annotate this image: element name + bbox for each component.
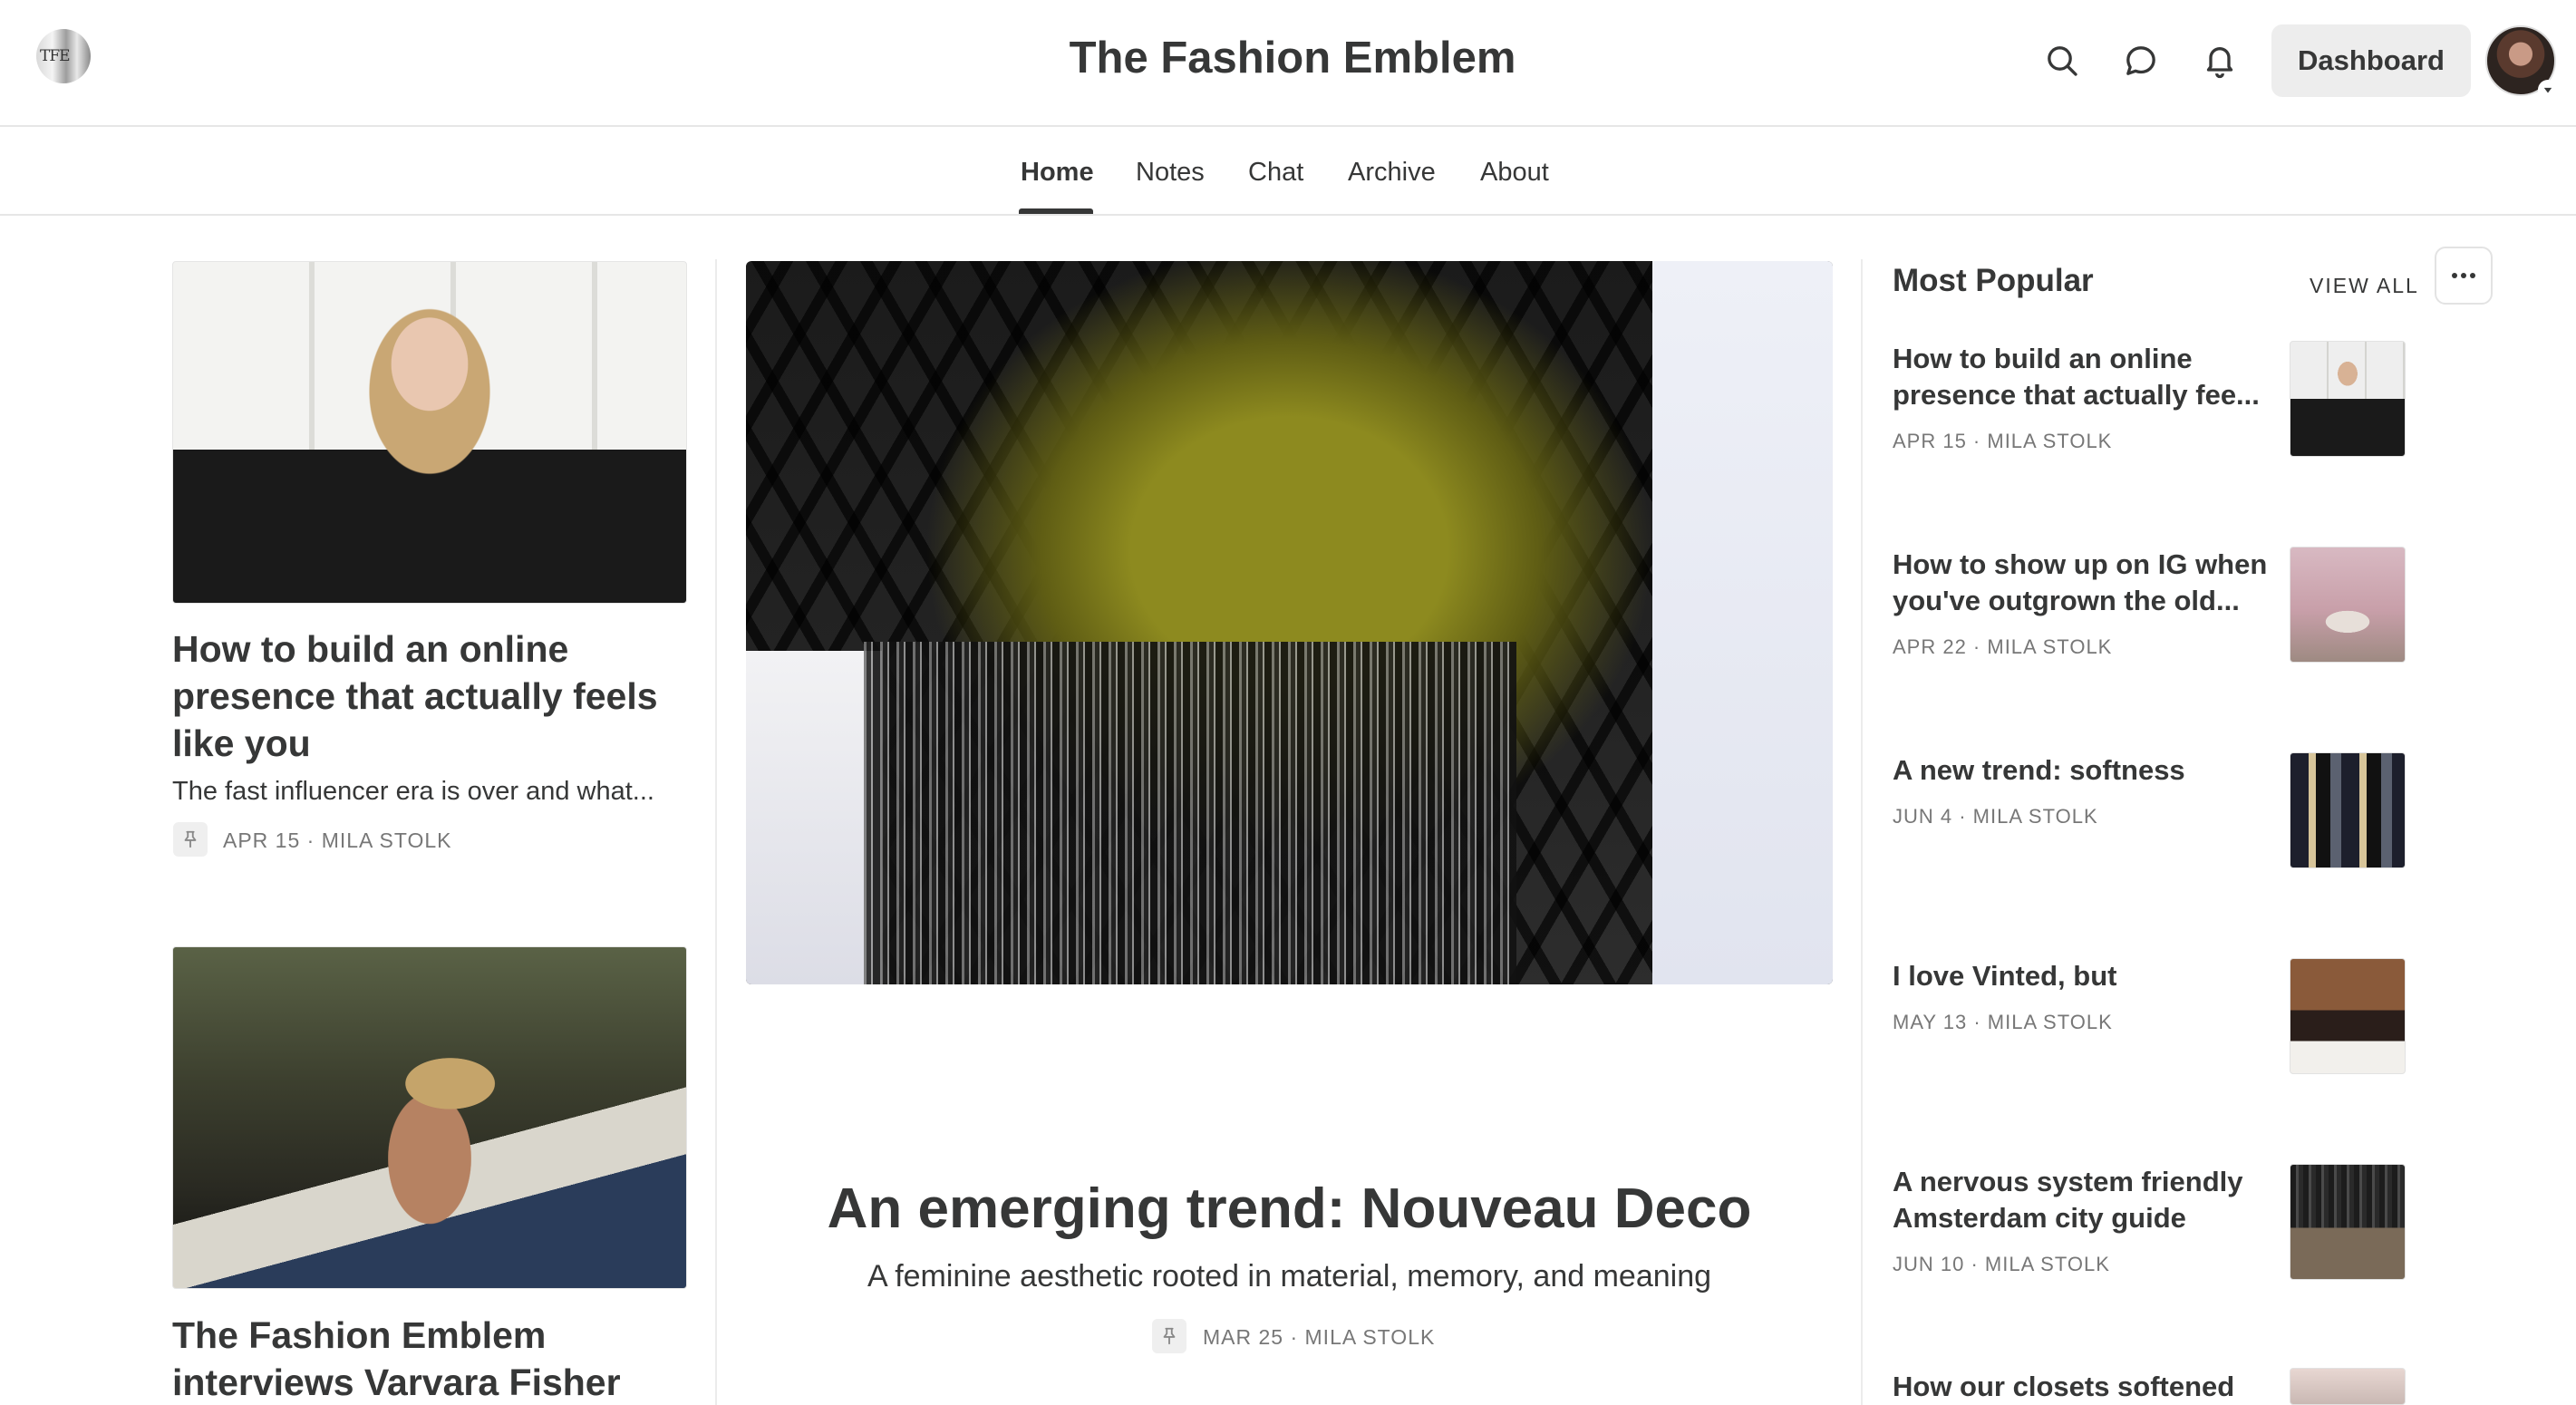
most-popular-heading: Most Popular — [1893, 263, 2094, 298]
column-divider — [1861, 259, 1863, 1405]
popular-post-thumbnail[interactable] — [2290, 958, 2406, 1074]
view-all-link[interactable]: VIEW ALL — [2310, 274, 2419, 298]
search-icon[interactable] — [2041, 40, 2083, 82]
popular-post-thumbnail[interactable] — [2290, 752, 2406, 868]
hero-background — [1652, 261, 1833, 984]
popular-post-title[interactable]: How our closets softened — [1893, 1369, 2273, 1405]
post-image[interactable] — [172, 261, 687, 604]
popular-post-meta: JUN 10 · MILA STOLK — [1893, 1253, 2110, 1275]
popular-post-thumbnail[interactable] — [2290, 1368, 2406, 1405]
popular-post-thumbnail[interactable] — [2290, 341, 2406, 457]
popular-post-title[interactable]: How to show up on IG when you've outgrow… — [1893, 547, 2273, 619]
hero-fringe — [864, 642, 1516, 984]
post-meta: APR 15 · MILA STOLK — [223, 828, 452, 852]
featured-meta: MAR 25 · MILA STOLK — [1203, 1325, 1436, 1349]
hero-background — [746, 651, 882, 984]
popular-post-meta: APR 22 · MILA STOLK — [1893, 635, 2113, 658]
chevron-down-icon[interactable] — [2538, 80, 2558, 100]
popular-post-title[interactable]: How to build an online presence that act… — [1893, 341, 2273, 413]
featured-title[interactable]: An emerging trend: Nouveau Deco — [746, 1177, 1833, 1241]
featured-subtitle[interactable]: A feminine aesthetic rooted in material,… — [746, 1259, 1833, 1294]
popular-post-title[interactable]: A new trend: softness — [1893, 752, 2273, 789]
post-title[interactable]: How to build an online presence that act… — [172, 625, 687, 767]
more-icon[interactable] — [2435, 247, 2493, 305]
active-tab-indicator — [1019, 208, 1093, 214]
column-divider — [715, 259, 717, 1405]
popular-post-title[interactable]: A nervous system friendly Amsterdam city… — [1893, 1164, 2273, 1236]
dashboard-button[interactable]: Dashboard — [2271, 24, 2471, 97]
bell-icon[interactable] — [2199, 40, 2241, 82]
post-image[interactable] — [172, 946, 687, 1289]
tab-home[interactable]: Home — [1021, 158, 1094, 188]
popular-post-meta: JUN 4 · MILA STOLK — [1893, 805, 2098, 828]
post-title[interactable]: The Fashion Emblem interviews Varvara Fi… — [172, 1312, 687, 1405]
popular-post-title[interactable]: I love Vinted, but — [1893, 958, 2273, 994]
chat-bubble-icon[interactable] — [2120, 40, 2162, 82]
popular-post-thumbnail[interactable] — [2290, 1164, 2406, 1280]
popular-post-meta: MAY 13 · MILA STOLK — [1893, 1011, 2113, 1033]
featured-image[interactable] — [746, 261, 1833, 984]
popular-post-thumbnail[interactable] — [2290, 547, 2406, 663]
tab-about[interactable]: About — [1480, 158, 1549, 188]
site-title[interactable]: The Fashion Emblem — [0, 33, 2576, 83]
main-nav: Home Notes Chat Archive About — [0, 127, 2576, 216]
top-bar: TFE The Fashion Emblem Dashboard — [0, 0, 2576, 127]
tab-chat[interactable]: Chat — [1248, 158, 1303, 188]
popular-post-meta: APR 15 · MILA STOLK — [1893, 430, 2113, 452]
tab-notes[interactable]: Notes — [1136, 158, 1205, 188]
post-subtitle[interactable]: The fast influencer era is over and what… — [172, 777, 687, 807]
pin-icon — [1152, 1319, 1186, 1353]
tab-archive[interactable]: Archive — [1348, 158, 1436, 188]
pin-icon — [173, 822, 208, 857]
